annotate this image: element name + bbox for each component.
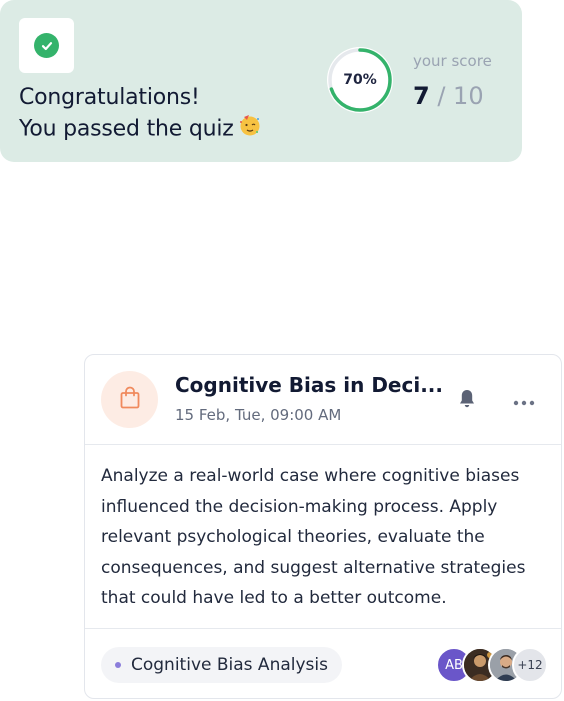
result-title: Congratulations! [19,85,200,110]
task-card-header: Cognitive Bias in Deci... 15 Feb, Tue, 0… [85,355,561,445]
score-label: your score [413,52,492,70]
task-title[interactable]: Cognitive Bias in Deci... [175,373,443,397]
score-percent: 70% [343,72,377,88]
check-circle-icon [34,33,59,58]
task-description: Analyze a real-world case where cognitiv… [101,466,526,608]
score-value: 7 / 10 [413,82,484,110]
partying-face-icon [238,113,262,146]
quiz-result-card: Congratulations! You passed the quiz 70% [0,0,522,162]
result-message: Congratulations! You passed the quiz [19,82,262,146]
score-obtained: 7 [413,82,430,110]
participant-avatars[interactable]: AB +12 [436,647,556,683]
tag-label: Cognitive Bias Analysis [131,655,328,675]
task-card-footer: Cognitive Bias Analysis AB +12 [85,628,561,699]
task-tag[interactable]: Cognitive Bias Analysis [101,647,342,683]
shopping-bag-icon [119,386,141,414]
task-datetime: 15 Feb, Tue, 09:00 AM [175,406,342,424]
notification-button[interactable] [455,388,479,412]
bell-icon [457,388,477,413]
page: Congratulations! You passed the quiz 70% [0,0,564,701]
score-total: / 10 [429,82,484,110]
more-participants-count[interactable]: +12 [512,647,548,683]
more-horizontal-icon [513,391,535,410]
result-subtitle: You passed the quiz [19,116,234,142]
success-badge [19,18,74,73]
tag-dot [115,662,121,668]
task-card[interactable]: Cognitive Bias in Deci... 15 Feb, Tue, 0… [84,354,562,699]
more-options-button[interactable] [511,388,537,412]
task-icon-badge [101,371,158,428]
